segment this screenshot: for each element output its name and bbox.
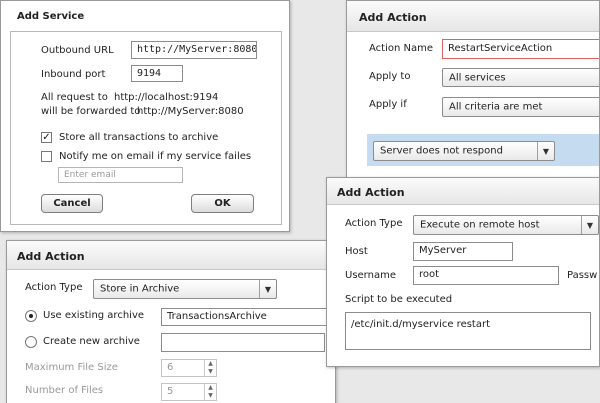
username-label: Username [345,270,396,281]
number-of-files-value: 5 [167,386,174,397]
max-file-size-value: 6 [167,362,174,373]
create-new-label: Create new archive [43,336,140,347]
host-label: Host [345,246,368,257]
dialog-title: Add Action [337,186,405,199]
username-input[interactable]: root [413,266,559,285]
apply-if-select[interactable]: All criteria are met [442,97,599,117]
inbound-port-label: Inbound port [41,69,106,80]
store-archive-label: Store all transactions to archive [59,132,219,143]
email-input[interactable]: Enter email [58,167,183,183]
up-down-arrows-icon[interactable]: ▲ ▼ [204,384,216,400]
checkmark-icon: ✓ [42,132,51,143]
apply-to-value: All services [449,72,506,83]
number-of-files-label: Number of Files [25,385,104,396]
apply-if-value: All criteria are met [449,101,543,113]
add-action-dialog-archive: Add Action Action Type Store in Archive … [6,240,336,403]
condition-select[interactable]: Server does not respond ▼ [373,141,555,161]
dialog-title: Add Action [17,250,85,263]
dialog-title: Add Service [17,11,85,22]
script-textarea[interactable]: /etc/init.d/myservice restart [345,312,591,350]
add-service-dialog: Add Service Outbound URL http://MyServer… [0,0,290,232]
outbound-url-input[interactable]: http://MyServer:8080 [131,41,257,59]
new-archive-input[interactable] [161,333,325,352]
max-file-size-label: Maximum File Size [25,362,118,373]
action-type-label: Action Type [25,282,83,293]
apply-to-select[interactable]: All services [442,68,599,87]
action-type-select[interactable]: Store in Archive ▼ [93,279,277,299]
number-of-files-spinner[interactable]: 5 ▲ ▼ [161,383,217,401]
cancel-button[interactable]: Cancel [41,194,103,213]
action-type-value: Store in Archive [100,283,180,295]
ok-button[interactable]: OK [191,194,254,213]
inbound-port-input[interactable]: 9194 [131,65,183,82]
outbound-url-label: Outbound URL [41,45,114,56]
forward-note-value-1: http://localhost:9194 [114,92,219,103]
forward-note-label-2: will be forwarded to [41,106,141,117]
host-input[interactable]: MyServer [413,242,513,261]
add-action-dialog-rule: Add Action Action Name RestartServiceAct… [346,0,600,180]
add-action-dialog-remote: Add Action Action Type Execute on remote… [326,177,600,367]
create-new-radio[interactable] [25,336,37,348]
forward-note-value-2: http://MyServer:8080 [137,106,244,117]
existing-archive-input[interactable]: TransactionsArchive [161,308,335,326]
dialog-title: Add Action [359,11,427,24]
forward-note-label-1: All request to [41,92,108,103]
action-name-label: Action Name [369,43,433,54]
notify-email-label: Notify me on email if my service failes [59,151,252,162]
password-label: Passw [567,270,598,281]
apply-if-label: Apply if [369,99,407,110]
chevron-down-icon: ▼ [259,280,276,298]
chevron-down-icon: ▼ [581,216,598,234]
notify-email-checkbox[interactable] [41,151,52,162]
store-archive-checkbox[interactable]: ✓ [41,132,52,143]
action-name-input[interactable]: RestartServiceAction [442,39,599,59]
use-existing-radio[interactable] [25,310,37,322]
action-type-value: Execute on remote host [420,219,540,231]
max-file-size-spinner[interactable]: 6 ▲ ▼ [161,359,217,377]
action-type-select[interactable]: Execute on remote host ▼ [413,215,599,235]
condition-value: Server does not respond [380,145,503,157]
up-down-arrows-icon[interactable]: ▲ ▼ [204,360,216,376]
action-type-label: Action Type [345,218,403,229]
script-label: Script to be executed [345,294,453,305]
chevron-down-icon: ▼ [537,142,554,160]
apply-to-label: Apply to [369,71,411,82]
use-existing-label: Use existing archive [43,310,145,321]
